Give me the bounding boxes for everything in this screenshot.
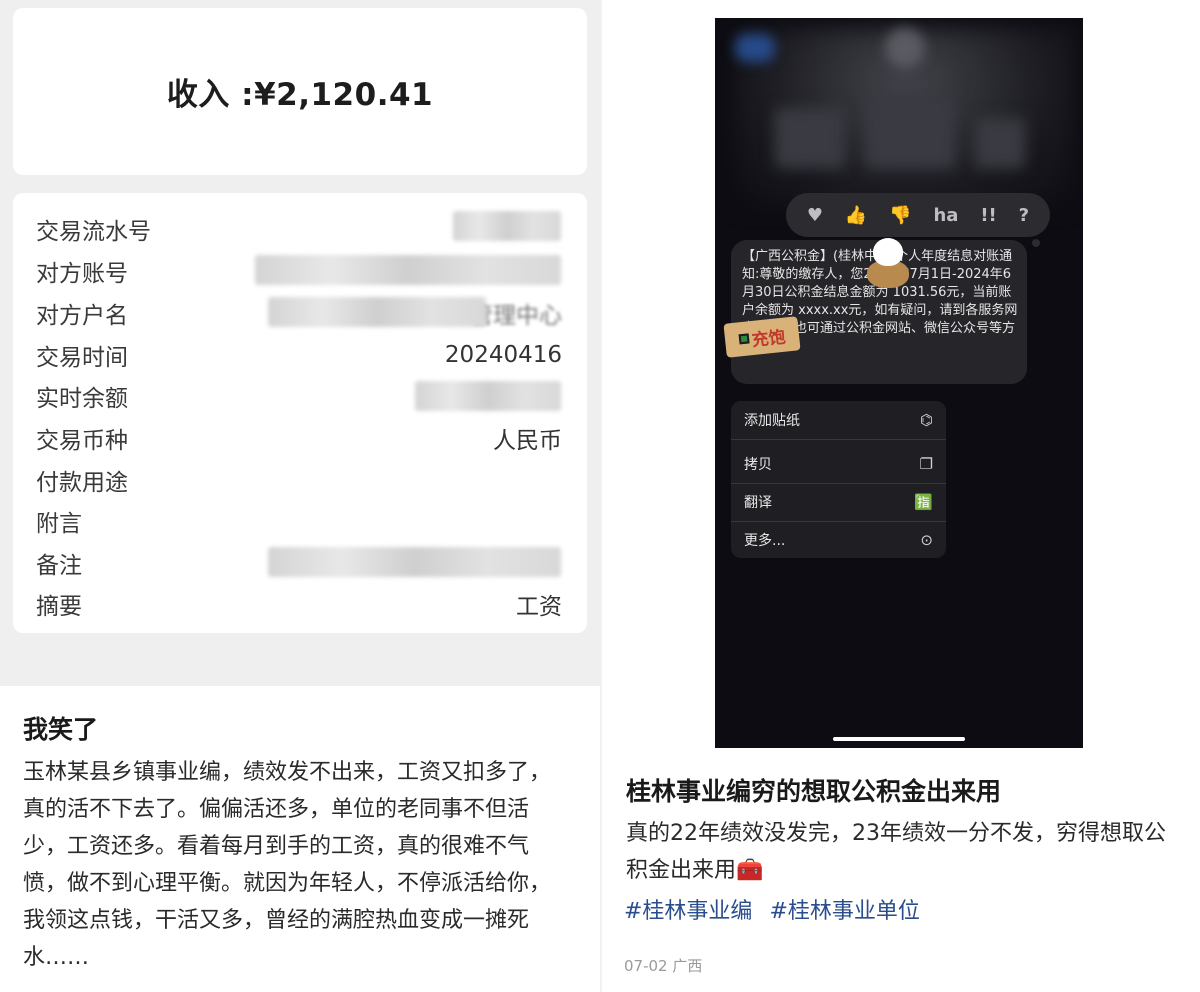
sticker-head <box>873 238 903 266</box>
menu-item-add-sticker[interactable]: 添加贴纸 ⌬ <box>731 401 946 439</box>
blurred-block <box>775 108 845 168</box>
sticker-icon: ⌬ <box>919 411 933 429</box>
menu-item-label: 拷贝 <box>744 457 772 473</box>
menu-item-label: 翻译 <box>744 495 772 511</box>
detail-label: 对方账号 <box>36 261 128 287</box>
menu-item-label: 更多... <box>744 532 786 549</box>
context-menu: 添加贴纸 ⌬ 拷贝 ❐ 翻译 🈯 更多... ⊙ <box>731 401 946 558</box>
menu-item-copy[interactable]: 拷贝 ❐ <box>731 445 946 483</box>
more-icon: ⊙ <box>920 530 933 549</box>
detail-label: 附言 <box>36 511 82 537</box>
thumbs-up-icon[interactable]: 👍 <box>845 205 867 226</box>
detail-value: 人民币 <box>493 428 562 454</box>
detail-label: 对方户名 <box>36 303 128 329</box>
redaction-blur <box>255 255 561 285</box>
tapback-reactions-bar: ♥ 👍 👎 ha !! ? <box>786 193 1050 247</box>
post-body: 真的22年绩效没发完，23年绩效一分不发，穷得想取公积金出来用🧰 <box>626 821 1166 883</box>
detail-row-summary: 摘要 工资 <box>36 587 562 621</box>
detail-row-purpose: 付款用途 <box>36 463 562 497</box>
redaction-blur <box>268 547 561 577</box>
income-card: 收入 :¥2,120.41 <box>13 8 587 175</box>
post-meta: 07-02 广西 <box>624 957 703 975</box>
detail-label: 实时余额 <box>36 386 128 412</box>
blurred-back-button <box>735 34 775 62</box>
detail-label: 备注 <box>36 553 82 579</box>
menu-item-label: 添加贴纸 <box>744 413 800 429</box>
blurred-block <box>975 118 1025 168</box>
menu-divider <box>731 439 946 440</box>
hashtag-link[interactable]: #桂林事业单位 <box>769 899 919 924</box>
sticker-text: 充饱 <box>750 327 787 351</box>
question-icon[interactable]: ? <box>1019 205 1029 226</box>
thumbs-down-icon[interactable]: 👎 <box>889 205 911 226</box>
detail-label: 摘要 <box>36 594 82 620</box>
redaction-blur <box>453 211 561 241</box>
exclamation-icon[interactable]: !! <box>980 205 996 226</box>
detail-label: 交易流水号 <box>36 219 151 245</box>
right-post-panel: ♥ 👍 👎 ha !! ? 【广西公积金】(桂林中心)个人年度结息对账通知:尊敬… <box>602 0 1200 992</box>
capybara-sticker <box>865 230 909 288</box>
detail-label: 交易时间 <box>36 345 128 371</box>
redaction-blur <box>268 297 486 327</box>
home-indicator <box>833 737 965 741</box>
sticker-square-icon <box>738 333 750 345</box>
income-amount: 收入 :¥2,120.41 <box>166 77 434 113</box>
detail-label: 交易币种 <box>36 428 128 454</box>
post-tags: #桂林事业编 #桂林事业单位 <box>624 893 930 925</box>
receipt-screenshot: 收入 :¥2,120.41 交易流水号 对方账号 对方户名 管理中心 交易时间 … <box>0 0 600 686</box>
redaction-blur <box>415 381 561 411</box>
translate-icon: 🈯 <box>914 493 933 511</box>
reactions-bubble-tail <box>1032 239 1040 247</box>
blurred-block <box>865 98 955 168</box>
menu-item-more[interactable]: 更多... ⊙ <box>731 521 946 558</box>
left-post-text: 我笑了 玉林某县乡镇事业编，绩效发不出来，工资又扣多了，真的活不下去了。偏偏活还… <box>0 686 600 992</box>
hashtag-link[interactable]: #桂林事业编 <box>624 899 752 924</box>
detail-value: 工资 <box>516 594 562 620</box>
post-title: 桂林事业编穷的想取公积金出来用 <box>626 777 1002 806</box>
blurred-avatar <box>885 28 925 68</box>
transaction-detail-card: 交易流水号 对方账号 对方户名 管理中心 交易时间 20240416 实时余额 <box>13 193 587 633</box>
haha-icon[interactable]: ha <box>933 205 958 226</box>
post-body: 玉林某县乡镇事业编，绩效发不出来，工资又扣多了，真的活不下去了。偏偏活还多，单位… <box>23 760 552 970</box>
phone-screenshot: ♥ 👍 👎 ha !! ? 【广西公积金】(桂林中心)个人年度结息对账通知:尊敬… <box>715 18 1083 748</box>
detail-label: 付款用途 <box>36 470 128 496</box>
detail-row-time: 交易时间 20240416 <box>36 338 562 372</box>
menu-item-translate[interactable]: 翻译 🈯 <box>731 483 946 521</box>
detail-value: 20240416 <box>444 342 562 368</box>
copy-icon: ❐ <box>919 455 933 473</box>
heart-icon[interactable]: ♥ <box>807 205 823 226</box>
left-post-panel: 收入 :¥2,120.41 交易流水号 对方账号 对方户名 管理中心 交易时间 … <box>0 0 600 992</box>
detail-row-postscript: 附言 <box>36 504 562 538</box>
detail-row-currency: 交易币种 人民币 <box>36 421 562 455</box>
post-title: 我笑了 <box>23 715 99 744</box>
